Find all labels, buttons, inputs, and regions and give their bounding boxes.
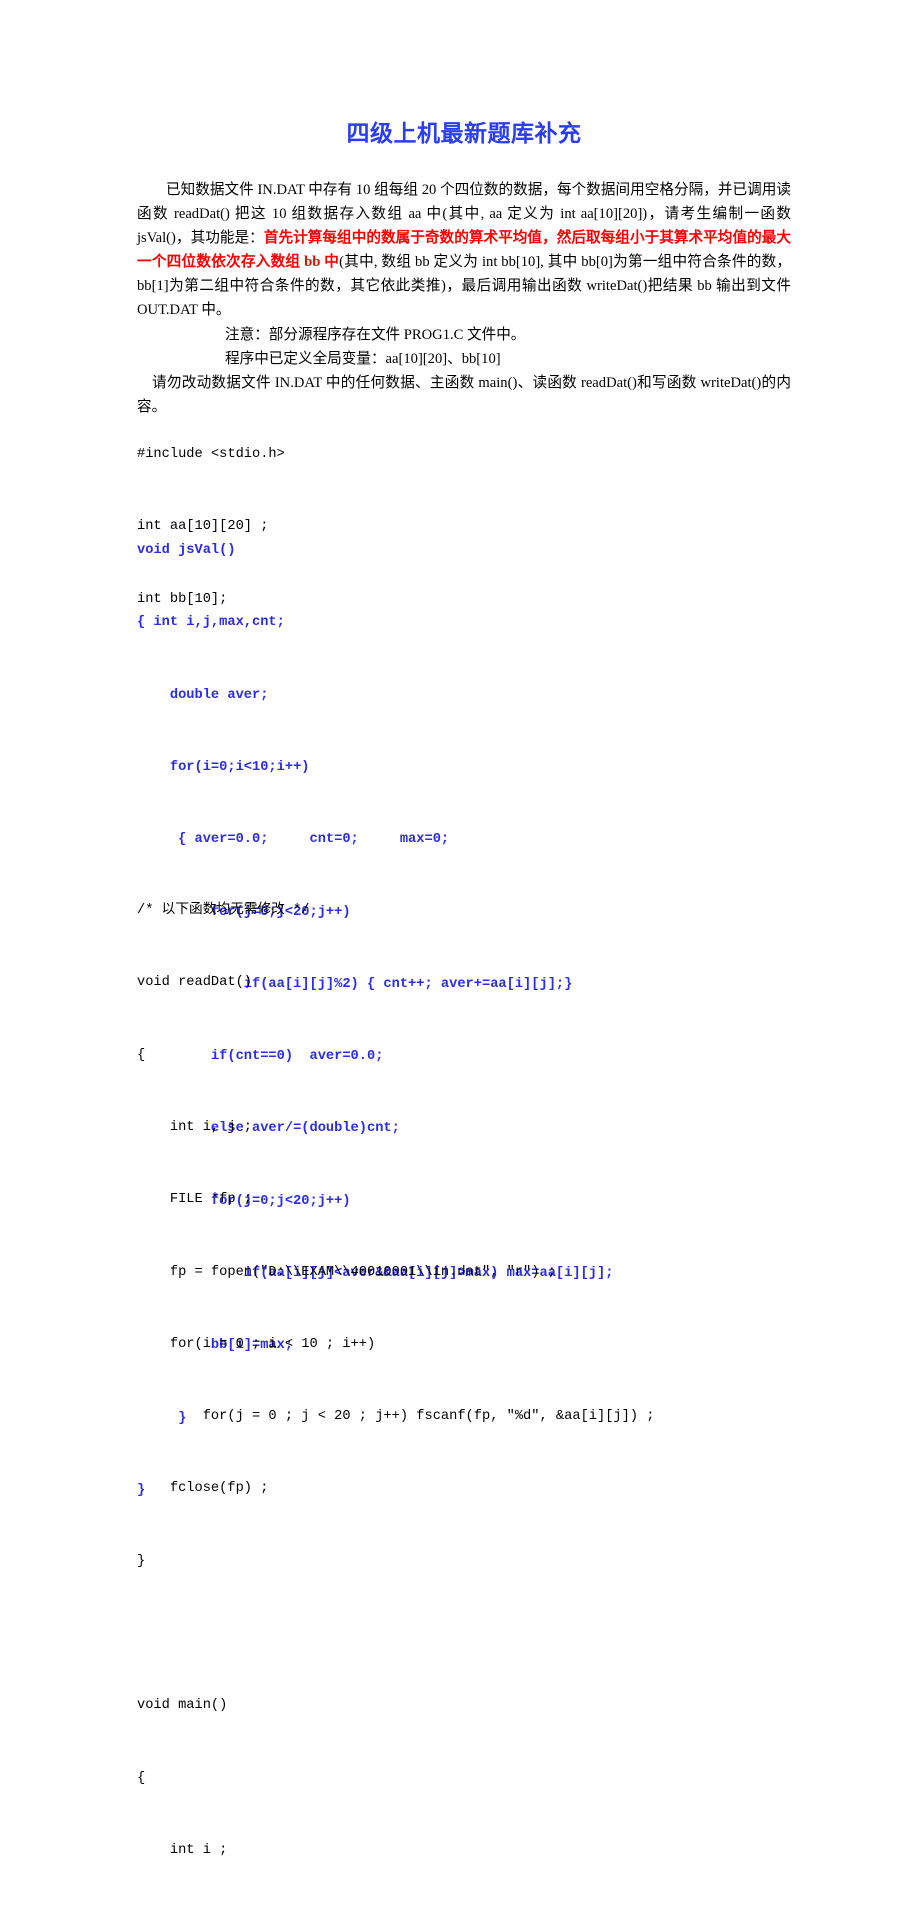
document-page: 四级上机最新题库补充 已知数据文件 IN.DAT 中存有 10 组每组 20 个… xyxy=(0,0,920,1858)
code-line: { int i,j,max,cnt; xyxy=(137,615,285,631)
code-line: int i, j ; xyxy=(137,1120,252,1136)
code-line: /* 以下函数均无需修改 */ xyxy=(137,903,310,919)
code-line: #include <stdio.h> xyxy=(137,447,285,463)
page-title: 四级上机最新题库补充 xyxy=(346,120,582,146)
code-remaining-functions: /* 以下函数均无需修改 */ void readDat() { int i, … xyxy=(137,851,791,1911)
code-line: void jsVal() xyxy=(137,543,236,559)
code-line: for(j = 0 ; j < 20 ; j++) fscanf(fp, "%d… xyxy=(137,1409,655,1425)
code-line: { xyxy=(137,1047,146,1063)
code-line: fp = fopen("D:\\EXAM\\40010001\\in.dat",… xyxy=(137,1264,556,1280)
code-line: int i ; xyxy=(137,1842,228,1858)
code-line: } xyxy=(137,1553,146,1569)
code-line: fclose(fp) ; xyxy=(137,1481,269,1497)
code-line: for(i=0;i<10;i++) xyxy=(137,760,310,776)
note-line-2: 程序中已定义全局变量：aa[10][20]、bb[10] xyxy=(225,350,501,367)
code-line: void main() xyxy=(137,1698,228,1714)
code-line: double aver; xyxy=(137,687,269,703)
problem-statement: 已知数据文件 IN.DAT 中存有 10 组每组 20 个四位数的数据，每个数据… xyxy=(137,178,791,419)
problem-paragraph: 已知数据文件 IN.DAT 中存有 10 组每组 20 个四位数的数据，每个数据… xyxy=(137,178,791,323)
code-line: for(i = 0 ; i < 10 ; i++) xyxy=(137,1336,376,1352)
code-line: void readDat() xyxy=(137,975,252,991)
note-line-1: 注意：部分源程序存在文件 PROG1.C 文件中。 xyxy=(225,326,526,343)
code-line: { aver=0.0; cnt=0; max=0; xyxy=(137,832,450,848)
code-line: { xyxy=(137,1770,146,1786)
code-line: FILE *fp ; xyxy=(137,1192,252,1208)
